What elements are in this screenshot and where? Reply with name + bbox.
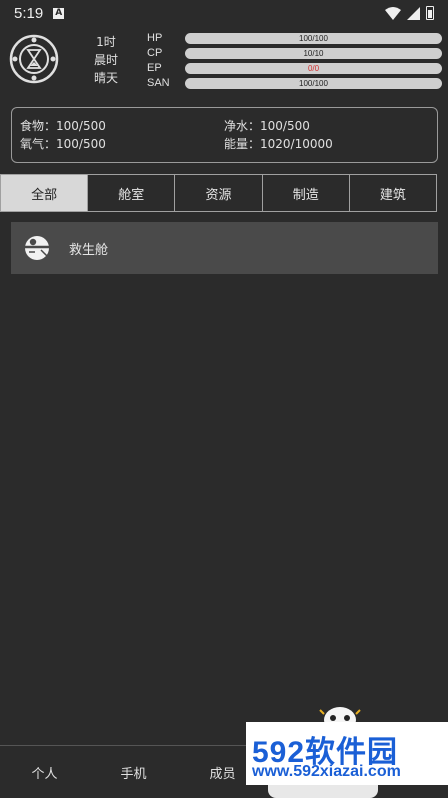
signal-icon — [407, 6, 420, 20]
escape-pod-icon — [25, 236, 49, 260]
tab-buildings[interactable]: 建筑 — [349, 174, 438, 212]
stat-label: HP — [147, 31, 163, 44]
time-info: 1时 晨时 晴天 — [86, 33, 126, 87]
stat-san: SAN 100/100 — [147, 76, 442, 90]
time-period: 晨时 — [93, 53, 118, 67]
tab-all[interactable]: 全部 — [0, 174, 89, 212]
oxygen-resource: 氧气：100/500 — [20, 137, 106, 151]
stat-ep: EP 0/0 — [147, 61, 442, 75]
battery-icon — [426, 6, 434, 20]
water-resource: 净水：100/500 — [224, 119, 310, 133]
tab-crafting[interactable]: 制造 — [262, 174, 350, 212]
energy-resource: 能量：1020/10000 — [224, 137, 333, 151]
tab-resources[interactable]: 资源 — [175, 174, 263, 212]
game-header: 1时 晨时 晴天 HP 100/100 CP 10/10 EP 0/0 SAN … — [0, 30, 448, 92]
weather-label: 晴天 — [93, 71, 118, 85]
watermark-tail — [268, 785, 378, 798]
list-item-label: 救生舱 — [69, 242, 109, 258]
tab-cabin[interactable]: 舱室 — [88, 174, 176, 212]
watermark-url: www.592xiazai.com — [252, 763, 401, 780]
stat-label: CP — [147, 46, 163, 59]
cp-bar: 10/10 — [185, 47, 442, 59]
stat-label: EP — [147, 61, 162, 74]
status-bar: 5:19 A — [0, 0, 448, 26]
food-resource: 食物：100/500 — [20, 119, 106, 133]
stat-label: SAN — [147, 76, 170, 89]
stat-cp: CP 10/10 — [147, 46, 442, 60]
hp-bar: 100/100 — [185, 32, 442, 44]
ep-bar: 0/0 — [185, 62, 442, 74]
stat-hp: HP 100/100 — [147, 31, 442, 45]
category-tabs: 全部 舱室 资源 制造 建筑 — [0, 174, 438, 212]
status-icons — [385, 6, 434, 20]
hourglass-emblem-icon[interactable] — [9, 34, 59, 84]
nav-phone[interactable]: 手机 — [89, 746, 178, 798]
status-time: 5:19 — [14, 4, 44, 22]
list-item-escape-pod[interactable]: 救生舱 — [11, 222, 438, 274]
nav-personal[interactable]: 个人 — [0, 746, 89, 798]
android-a-icon: A — [53, 7, 65, 19]
wifi-icon — [385, 6, 401, 20]
resource-panel: 食物：100/500 净水：100/500 氧气：100/500 能量：1020… — [11, 107, 438, 163]
day-counter: 1时 — [96, 35, 116, 49]
san-bar: 100/100 — [185, 77, 442, 89]
